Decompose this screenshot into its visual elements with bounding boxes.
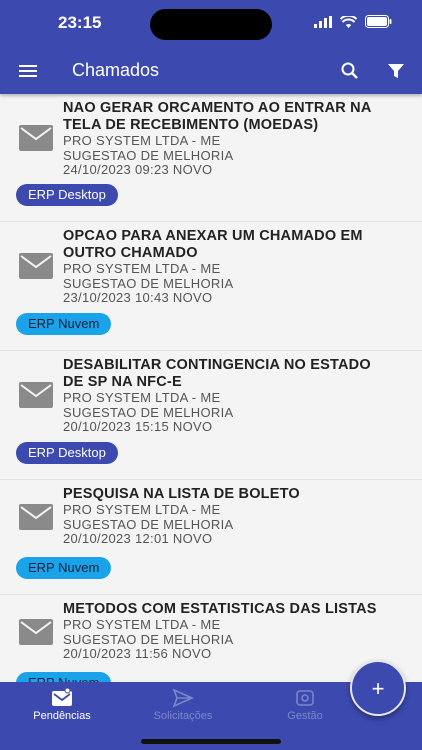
envelope-icon <box>19 504 53 530</box>
ticket-company: PRO SYSTEM LTDA - ME <box>63 617 221 632</box>
ticket-card[interactable]: OPCAO PARA ANEXAR UM CHAMADO EM OUTRO CH… <box>0 222 422 351</box>
nav-tab-pendencias[interactable]: Pendências <box>7 688 117 722</box>
status-icons <box>314 15 392 28</box>
envelope-icon <box>19 253 53 279</box>
envelope-icon <box>19 382 53 408</box>
ticket-company: PRO SYSTEM LTDA - ME <box>63 502 221 517</box>
ticket-tag: ERP Nuvem <box>16 672 112 682</box>
ticket-tag: ERP Nuvem <box>16 557 112 579</box>
wifi-icon <box>340 15 357 28</box>
ticket-title: TELA DE RECEBIMENTO (MOEDAS) <box>63 117 319 133</box>
ticket-type: SUGESTAO DE MELHORIA <box>63 631 234 647</box>
nav-label: Pendências <box>33 710 91 722</box>
status-time: 23:15 <box>58 13 102 32</box>
status-bar: 23:15 <box>0 0 422 48</box>
page-title: Chamados <box>72 60 160 80</box>
ticket-tag: ERP Desktop <box>16 184 118 206</box>
add-ticket-button[interactable]: + <box>350 660 406 716</box>
ticket-text: OPCAO PARA ANEXAR UM CHAMADO EM OUTRO CH… <box>63 228 412 306</box>
ticket-title: OPCAO PARA ANEXAR UM CHAMADO EM <box>63 228 363 244</box>
nav-tab-solicitacoes[interactable]: Solicitações <box>128 688 238 722</box>
ticket-company: PRO SYSTEM LTDA - ME <box>63 133 221 148</box>
ticket-text: NAO GERAR ORCAMENTO AO ENTRAR NA TELA DE… <box>63 100 412 178</box>
envelope-icon <box>19 125 53 151</box>
ticket-title: OUTRO CHAMADO <box>63 245 198 261</box>
ticket-list: NAO GERAR ORCAMENTO AO ENTRAR NA TELA DE… <box>0 94 422 682</box>
ticket-title: DESABILITAR CONTINGENCIA NO ESTADO <box>63 357 371 373</box>
ticket-date-status: 20/10/2023 12:01 NOVO <box>63 531 213 546</box>
ticket-title: PESQUISA NA LISTA DE BOLETO <box>63 486 300 502</box>
dynamic-island <box>150 9 272 40</box>
ticket-date-status: 24/10/2023 09:23 NOVO <box>63 162 213 177</box>
ticket-text: DESABILITAR CONTINGENCIA NO ESTADO DE SP… <box>63 357 412 435</box>
filter-icon[interactable] <box>384 59 408 83</box>
search-icon[interactable] <box>338 59 362 83</box>
ticket-date-status: 23/10/2023 10:43 NOVO <box>63 290 213 305</box>
nav-tab-gestao[interactable]: Gestão <box>250 688 360 722</box>
nav-label: Solicitações <box>153 710 213 722</box>
ticket-card[interactable]: DESABILITAR CONTINGENCIA NO ESTADO DE SP… <box>0 351 422 480</box>
ticket-company: PRO SYSTEM LTDA - ME <box>63 390 221 405</box>
ticket-company: PRO SYSTEM LTDA - ME <box>63 261 221 276</box>
battery-icon <box>365 15 392 28</box>
ticket-title: DE SP NA NFC-E <box>63 374 182 390</box>
nav-label: Gestão <box>287 710 323 722</box>
ticket-type: SUGESTAO DE MELHORIA <box>63 516 234 532</box>
menu-icon[interactable] <box>16 59 40 83</box>
gestao-icon <box>296 690 314 706</box>
ticket-text: PESQUISA NA LISTA DE BOLETO PRO SYSTEM L… <box>63 486 412 547</box>
ticket-type: SUGESTAO DE MELHORIA <box>63 404 234 420</box>
app-bar: Chamados <box>0 48 422 94</box>
ticket-text: METODOS COM ESTATISTICAS DAS LISTAS PRO … <box>63 601 412 662</box>
ticket-date-status: 20/10/2023 15:15 NOVO <box>63 419 213 434</box>
inbox-icon <box>52 688 72 706</box>
ticket-date-status: 20/10/2023 11:56 NOVO <box>63 646 212 661</box>
home-indicator <box>141 739 281 744</box>
signal-icon <box>314 15 332 28</box>
ticket-card[interactable]: NAO GERAR ORCAMENTO AO ENTRAR NA TELA DE… <box>0 94 422 222</box>
ticket-type: SUGESTAO DE MELHORIA <box>63 147 234 163</box>
ticket-card[interactable]: PESQUISA NA LISTA DE BOLETO PRO SYSTEM L… <box>0 480 422 595</box>
ticket-tag: ERP Desktop <box>16 442 118 464</box>
ticket-type: SUGESTAO DE MELHORIA <box>63 275 234 291</box>
ticket-title: NAO GERAR ORCAMENTO AO ENTRAR NA <box>63 100 372 116</box>
ticket-tag: ERP Nuvem <box>16 313 112 335</box>
envelope-icon <box>19 619 53 645</box>
ticket-title: METODOS COM ESTATISTICAS DAS LISTAS <box>63 601 377 617</box>
send-icon <box>172 688 194 708</box>
